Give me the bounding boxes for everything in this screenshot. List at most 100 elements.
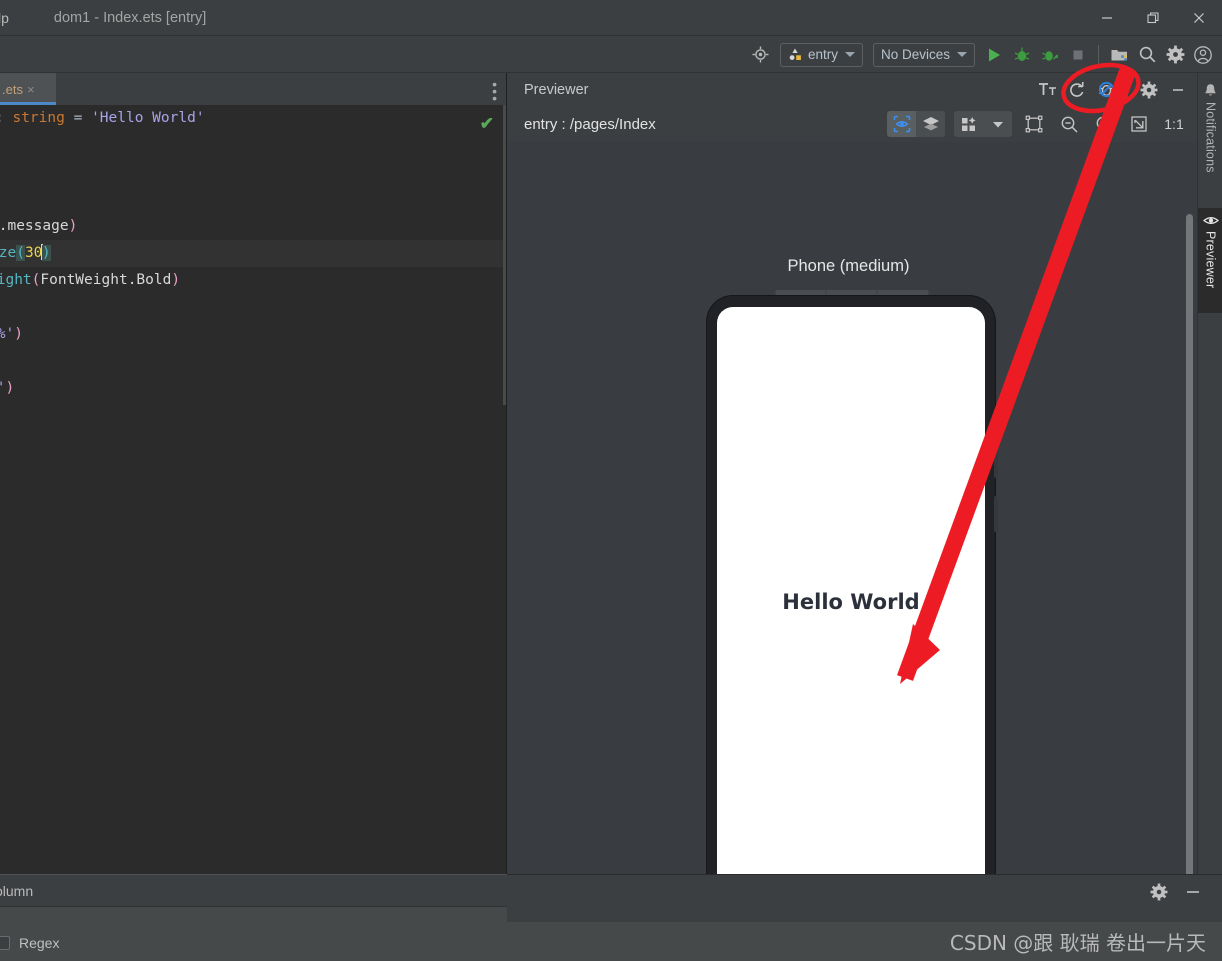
code-line[interactable]: eight(FontWeight.Bold): [0, 267, 507, 294]
editor-tab-label: .ets: [2, 81, 23, 97]
code-line[interactable]: [0, 348, 507, 375]
multi-profile-grid-icon[interactable]: [954, 111, 983, 137]
code-line[interactable]: s.message): [0, 213, 507, 240]
previewer-settings-gear-icon[interactable]: [1136, 77, 1162, 103]
chevron-down-icon: [957, 52, 967, 57]
chevron-down-icon: [844, 52, 855, 57]
code-token: =: [64, 110, 92, 126]
inspector-layers-segment: [887, 111, 945, 137]
bottom-settings-gear-icon[interactable]: [1150, 883, 1168, 901]
bottom-bar-actions: [1150, 883, 1202, 901]
window-controls: [1084, 0, 1222, 36]
run-configuration-selector[interactable]: entry: [779, 42, 863, 67]
run-button[interactable]: [981, 42, 1007, 68]
account-avatar-icon[interactable]: [1190, 42, 1216, 68]
refresh-icon[interactable]: [1064, 77, 1090, 103]
ide-window: lp dom1 - Index.ets [entry]: [0, 0, 1222, 961]
rail-item-previewer[interactable]: Previewer: [1198, 208, 1222, 313]
actual-size-label[interactable]: 1:1: [1161, 111, 1187, 137]
find-options-strip: Regex: [0, 906, 507, 961]
code-token: ): [171, 272, 181, 288]
menu-help[interactable]: lp: [0, 10, 9, 26]
run-config-label: entry: [807, 47, 838, 62]
code-token: 'Hello World': [91, 110, 205, 126]
regex-checkbox[interactable]: [0, 936, 10, 950]
code-token: eight: [0, 272, 32, 288]
regex-label: Regex: [19, 935, 60, 951]
inspector-eye-icon[interactable]: [887, 111, 916, 137]
eye-icon: [1202, 217, 1219, 224]
close-icon[interactable]: ×: [27, 83, 35, 96]
more-options-icon[interactable]: • • •: [492, 77, 497, 105]
previewer-minimize-icon[interactable]: [1165, 77, 1191, 103]
code-token: :: [0, 110, 12, 126]
code-token: ): [5, 380, 15, 396]
bell-icon: [1205, 84, 1216, 96]
code-token: s.message: [0, 218, 69, 234]
zoom-out-icon[interactable]: [1056, 111, 1082, 137]
attach-debugger-button[interactable]: [1037, 42, 1063, 68]
fit-to-screen-icon[interactable]: [1126, 111, 1152, 137]
settings-gear-icon[interactable]: [1162, 42, 1188, 68]
device-selector[interactable]: No Devices: [872, 42, 975, 67]
previewer-route-label: entry : /pages/Index: [524, 115, 656, 133]
code-line[interactable]: %'): [0, 375, 507, 402]
code-line[interactable]: : string = 'Hello World': [0, 105, 507, 132]
code-token: FontWeight.Bold: [40, 272, 172, 288]
device-volume-button: [994, 424, 998, 478]
rail-item-notifications[interactable]: Notifications: [1198, 83, 1222, 195]
device-power-button: [994, 496, 998, 532]
editor-tab-index-ets[interactable]: .ets ×: [0, 73, 56, 105]
rail-label-notifications: Notifications: [1203, 102, 1218, 173]
zoom-in-icon[interactable]: [1091, 111, 1117, 137]
code-line[interactable]: {: [0, 186, 507, 213]
search-icon[interactable]: [1134, 42, 1160, 68]
window-title: dom1 - Index.ets [entry]: [53, 9, 207, 26]
device-screen[interactable]: Hello World: [717, 307, 985, 908]
frame-select-icon[interactable]: [1021, 111, 1047, 137]
watermark-text: CSDN @跟 耿瑞 卷出一片天: [949, 931, 1206, 955]
hot-reload-bug-icon[interactable]: [1093, 77, 1119, 103]
editor-tab-strip: .ets × • • •: [0, 73, 507, 105]
debug-button[interactable]: [1009, 42, 1035, 68]
code-token: ): [14, 326, 23, 342]
code-line[interactable]: [0, 132, 507, 159]
device-preview-frame[interactable]: Hello World: [707, 296, 998, 908]
code-line[interactable]: ize(30): [0, 240, 507, 267]
code-token: 30: [24, 245, 43, 261]
editor-status-strip: olumn: [0, 874, 507, 906]
minimize-window-button[interactable]: [1084, 0, 1130, 36]
stop-button[interactable]: [1065, 42, 1091, 68]
previewer-scrollbar[interactable]: [1186, 214, 1193, 942]
regex-option-row[interactable]: Regex: [0, 935, 59, 951]
chevron-down-icon[interactable]: [983, 111, 1012, 137]
restore-window-button[interactable]: [1130, 0, 1176, 36]
previewer-header: Previewer: [507, 73, 1197, 106]
code-line[interactable]: [0, 159, 507, 186]
previewer-title: Previewer: [524, 81, 589, 98]
previewer-header-actions: [1035, 73, 1191, 106]
code-token: (: [16, 245, 25, 261]
bottom-minimize-icon[interactable]: [1184, 883, 1202, 901]
layers-icon[interactable]: [916, 111, 945, 137]
code-token: ize: [0, 245, 17, 261]
code-line[interactable]: 0%'): [0, 321, 507, 348]
project-structure-icon[interactable]: [1106, 42, 1132, 68]
code-line[interactable]: [0, 294, 507, 321]
code-editor[interactable]: ✔ : string = 'Hello World'{s.message)ize…: [0, 105, 507, 874]
preview-hello-world-text: Hello World: [782, 590, 920, 614]
close-window-button[interactable]: [1176, 0, 1222, 36]
module-icon: [789, 48, 801, 60]
target-icon[interactable]: [748, 42, 774, 68]
code-token: ): [41, 245, 51, 261]
font-size-icon[interactable]: [1035, 77, 1061, 103]
previewer-toolbar-actions: 1:1: [887, 106, 1187, 142]
toolbar-divider: [1098, 45, 1099, 64]
code-token: ): [68, 218, 78, 234]
previewer-header-divider: [1127, 80, 1128, 99]
code-token: string: [12, 110, 65, 126]
main-toolbar-actions: entry No Devices: [748, 36, 1216, 73]
multi-profile-segment: [954, 111, 1012, 137]
main-toolbar: entry No Devices: [0, 36, 1222, 73]
code-content[interactable]: : string = 'Hello World'{s.message)ize(3…: [0, 105, 507, 402]
